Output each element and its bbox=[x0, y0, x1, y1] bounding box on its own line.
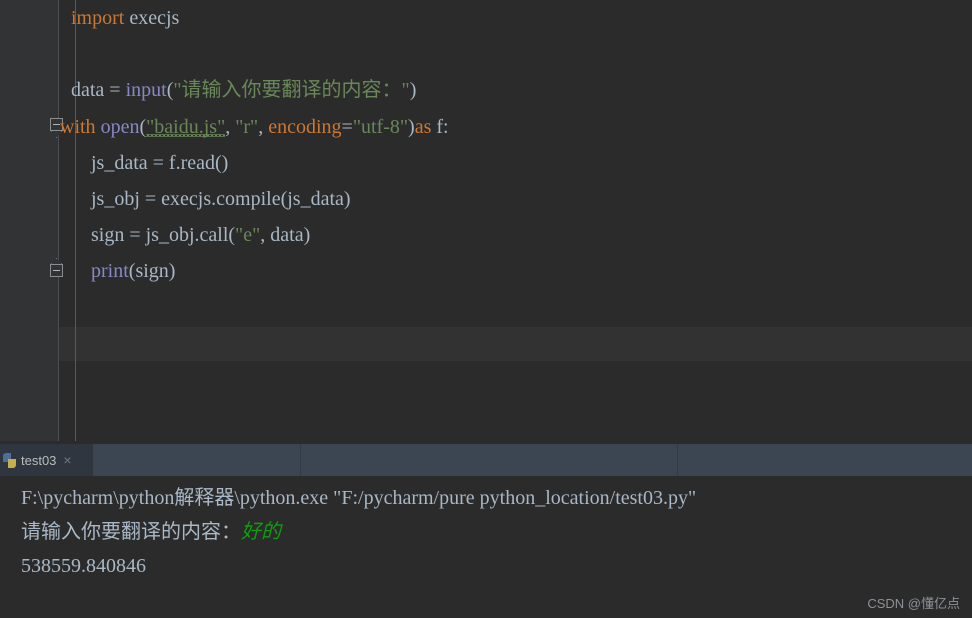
python-icon-yellow-half bbox=[8, 458, 16, 468]
token-string-prompt: "请输入你要翻译的内容：" bbox=[173, 79, 410, 101]
console-command-line: F:\pycharm\python解释器\python.exe "F:/pych… bbox=[21, 483, 696, 513]
tab-bar-top-border bbox=[0, 443, 972, 444]
token-punct: , bbox=[258, 116, 269, 138]
token-punct: , bbox=[225, 116, 236, 138]
token-punct: ) bbox=[408, 116, 415, 138]
code-line: sign = js_obj.call("e", data) bbox=[71, 217, 310, 253]
token-function-input: input bbox=[125, 79, 167, 101]
csdn-watermark: CSDN @懂亿点 bbox=[867, 596, 960, 611]
code-line: js_obj = execjs.compile(js_data) bbox=[71, 181, 351, 217]
user-input-text: 好的 bbox=[241, 521, 281, 543]
pycharm-window: import execjs data = input("请输入你要翻译的内容："… bbox=[0, 0, 972, 618]
console-result-line: 538559.840846 bbox=[21, 551, 146, 581]
code-line: js_data = f.read() bbox=[71, 145, 228, 181]
code-editor-pane[interactable]: import execjs data = input("请输入你要翻译的内容："… bbox=[0, 0, 972, 441]
token-string-filename: "baidu.js" bbox=[146, 116, 226, 138]
run-tab-label: test03 bbox=[21, 452, 57, 468]
token-keyword-as: as bbox=[414, 116, 432, 138]
command-text: F:\pycharm\python解释器\python.exe "F:/pych… bbox=[21, 487, 697, 509]
python-file-icon bbox=[3, 452, 17, 468]
token-param-encoding: encoding bbox=[268, 116, 342, 138]
token-plain: f: bbox=[431, 116, 449, 138]
tab-bar-divider bbox=[300, 444, 301, 476]
token-keyword: import bbox=[71, 7, 125, 29]
token-plain: (sign) bbox=[128, 260, 176, 282]
result-text: 538559.840846 bbox=[21, 555, 146, 577]
token-plain: , data) bbox=[260, 224, 311, 246]
token-plain: execjs bbox=[124, 7, 180, 29]
token-function-open: open bbox=[95, 116, 140, 138]
token-plain: js_obj = execjs.compile(js_data) bbox=[71, 188, 351, 210]
code-line: print(sign) bbox=[71, 253, 175, 289]
token-string-fnname: "e" bbox=[235, 224, 261, 246]
run-tool-window-tab-bar: test03 × bbox=[0, 443, 972, 476]
token-keyword-with: with bbox=[60, 116, 96, 138]
token-string-encoding: "utf-8" bbox=[352, 116, 409, 138]
code-text-layer[interactable]: import execjs data = input("请输入你要翻译的内容："… bbox=[0, 0, 972, 441]
token-plain: sign = js_obj.call( bbox=[71, 224, 236, 246]
token-string-mode: "r" bbox=[235, 116, 259, 138]
code-line: data = input("请输入你要翻译的内容：") bbox=[71, 72, 416, 108]
token-punct: = bbox=[341, 116, 353, 138]
token-function-print: print bbox=[91, 260, 129, 282]
token-plain: js_data = f.read() bbox=[71, 152, 229, 174]
code-line: with open("baidu.js", "r", encoding="utf… bbox=[60, 109, 449, 145]
run-tab-test03[interactable]: test03 × bbox=[0, 444, 93, 476]
token-punct: ) bbox=[409, 79, 417, 101]
token-plain: data = bbox=[71, 79, 126, 101]
code-line: import execjs bbox=[71, 0, 179, 36]
console-prompt-line: 请输入你要翻译的内容：好的 bbox=[21, 517, 281, 547]
tab-bar-divider bbox=[677, 444, 678, 476]
run-console-output[interactable]: F:\pycharm\python解释器\python.exe "F:/pych… bbox=[0, 476, 972, 618]
prompt-text: 请输入你要翻译的内容： bbox=[21, 521, 241, 543]
close-icon[interactable]: × bbox=[63, 453, 71, 467]
